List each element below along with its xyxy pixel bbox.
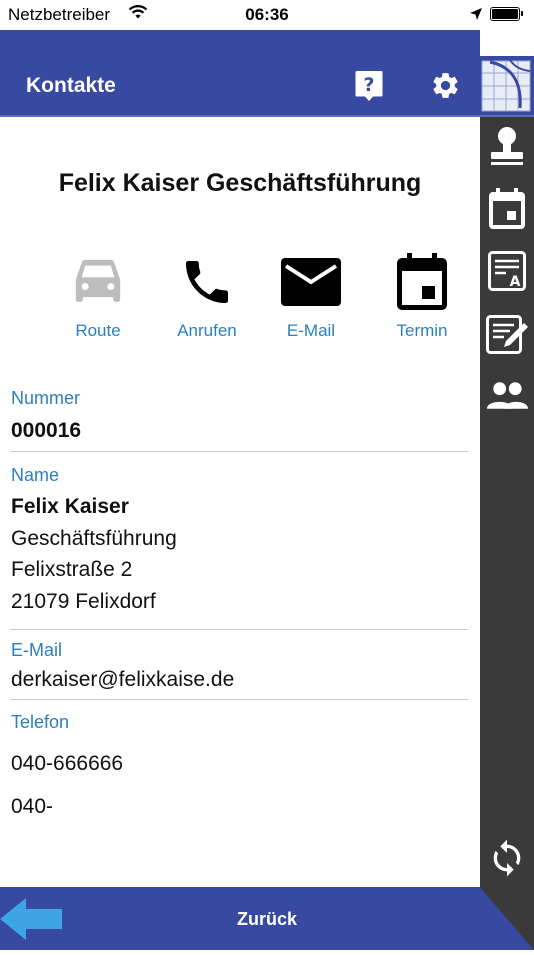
route-button[interactable]: Route [43, 253, 153, 341]
people-icon[interactable] [486, 375, 528, 417]
route-label: Route [75, 321, 121, 340]
contact-title: Felix Kaiser Geschäftsführung [58, 169, 422, 197]
stamp-icon[interactable] [486, 125, 528, 167]
corner-decoration [480, 887, 534, 950]
email-label: E-Mail [286, 321, 336, 340]
number-label: Nummer [11, 388, 81, 408]
app-header: Kontakte ? [0, 30, 480, 116]
divider [10, 451, 468, 452]
svg-text:A: A [510, 274, 521, 290]
battery-icon [490, 7, 523, 21]
phone-icon [152, 253, 262, 311]
email-button[interactable]: E-Mail [256, 253, 366, 341]
phone-value-1[interactable]: 040-666666 [11, 752, 123, 776]
logo-icon [480, 56, 534, 116]
page-title: Kontakte [26, 74, 116, 97]
divider [10, 629, 468, 630]
number-value: 000016 [11, 419, 82, 442]
appointment-label: Termin [396, 321, 448, 340]
document-icon[interactable]: A [486, 250, 528, 292]
help-icon[interactable]: ? [354, 69, 384, 108]
location-arrow-icon [469, 6, 483, 26]
phone-label: Telefon [11, 712, 70, 732]
call-button[interactable]: Anrufen [152, 253, 262, 341]
city-value: 21079 Felixdorf [11, 590, 156, 613]
appointment-button[interactable]: Termin [367, 253, 477, 341]
edit-icon[interactable] [486, 313, 528, 355]
name-value: Felix Kaiser [11, 495, 129, 518]
name-label: Name [11, 465, 60, 485]
position-value: Geschäftsführung [11, 527, 177, 550]
status-bar: Netzbetreiber 06:36 [0, 0, 534, 30]
side-toolbar: A [480, 117, 534, 950]
street-value: Felixstraße 2 [11, 558, 133, 581]
mail-icon [256, 253, 366, 311]
call-label: Anrufen [177, 321, 237, 340]
phone-value-2[interactable]: 040- [11, 795, 53, 819]
email-value[interactable]: derkaiser@felixkaise.de [11, 668, 234, 692]
divider [10, 699, 468, 700]
sync-icon[interactable] [486, 837, 528, 879]
clock: 06:36 [245, 5, 289, 24]
back-button[interactable]: Zurück [0, 909, 534, 930]
bottom-bar: Zurück [0, 887, 480, 950]
svg-text:?: ? [363, 74, 374, 96]
gear-icon[interactable] [430, 70, 461, 106]
car-icon [43, 253, 153, 311]
calendar-icon [367, 253, 477, 311]
contact-detail: Felix Kaiser Geschäftsführung Route Anru… [0, 117, 480, 887]
email-field-label: E-Mail [11, 640, 63, 660]
calendar-icon[interactable] [486, 188, 528, 230]
